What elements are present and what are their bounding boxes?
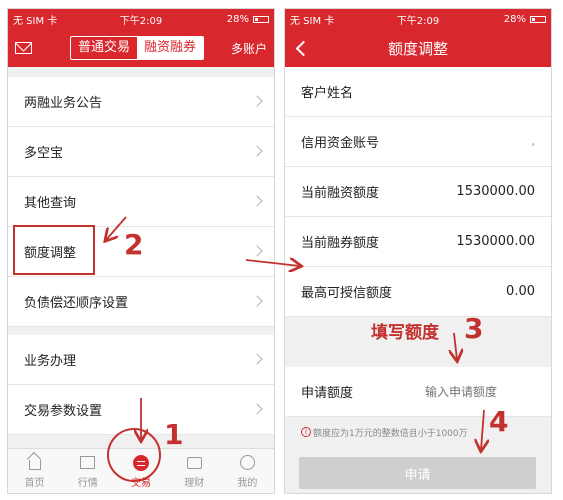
chevron-right-icon: [251, 353, 263, 365]
field-label: 客户姓名: [301, 86, 354, 101]
carrier-text: 无 SIM 卡: [13, 15, 58, 27]
field-label: 信用资金账号: [301, 136, 380, 151]
field-securities-quota: 当前融券额度 1530000.00: [285, 217, 551, 267]
field-value: 0.00: [506, 284, 535, 299]
menu-item-other-query[interactable]: 其他查询: [8, 177, 274, 227]
field-label: 当前融券额度: [301, 236, 380, 251]
menu-item-debt-order[interactable]: 负债偿还顺序设置: [8, 277, 274, 327]
right-phone-screen: 无 SIM 卡 下午2:09 28% 额度调整 客户姓名 信用资金账号 , 当前…: [284, 8, 552, 494]
field-financing-quota: 当前融资额度 1530000.00: [285, 167, 551, 217]
tab-label: 首页: [24, 477, 45, 489]
tab-margin-trade[interactable]: 融资融券: [137, 37, 204, 59]
user-icon: [239, 455, 255, 470]
menu-item-announcement[interactable]: 两融业务公告: [8, 77, 274, 127]
notice-text: 额度应为1万元的整数倍且小于1000万: [313, 428, 468, 439]
menu-item-label: 负债偿还顺序设置: [24, 296, 129, 311]
menu-item-label: 业务办理: [24, 354, 77, 369]
back-arrow-icon[interactable]: [285, 29, 317, 67]
annotation-fill-quota: 填写额度: [371, 323, 439, 343]
highlight-box-quota-adjust: [13, 225, 95, 275]
apply-quota-input[interactable]: [425, 384, 535, 399]
annotation-step3: 3: [464, 312, 484, 345]
chart-icon: [80, 456, 96, 469]
menu-item-label: 多空宝: [24, 146, 64, 161]
tab-label: 我的: [237, 477, 258, 489]
highlight-circle-trade-tab: [107, 428, 161, 482]
chevron-right-icon: [251, 145, 263, 157]
tab-label: 理财: [184, 477, 205, 489]
menu-item-label: 其他查询: [24, 196, 77, 211]
wallet-icon: [186, 456, 202, 469]
annotation-step4: 4: [489, 405, 509, 438]
trade-type-switch: 普通交易 融资融券: [70, 36, 205, 60]
chevron-right-icon: [251, 95, 263, 107]
multi-account-button[interactable]: 多账户: [231, 40, 267, 57]
menu-item-trade-params[interactable]: 交易参数设置: [8, 385, 274, 435]
battery-percent: 28%: [503, 13, 526, 25]
field-value: 1530000.00: [456, 184, 535, 199]
battery-icon: [530, 15, 546, 23]
menu-item-label: 交易参数设置: [24, 404, 103, 419]
annotation-step1: 1: [164, 418, 184, 451]
annotation-step2: 2: [124, 228, 144, 261]
page-title: 额度调整: [387, 39, 448, 58]
field-label: 当前融资额度: [301, 186, 380, 201]
field-label: 最高可授信额度: [301, 286, 393, 301]
field-apply-quota: 申请额度: [285, 367, 551, 417]
quota-notice: i 额度应为1万元的整数倍且小于1000万: [285, 417, 551, 447]
field-label: 申请额度: [301, 386, 354, 401]
chevron-right-icon: [251, 295, 263, 307]
status-bar: 无 SIM 卡 下午2:09 28%: [8, 9, 274, 29]
home-icon: [28, 460, 41, 470]
tab-wealth[interactable]: 理财: [168, 449, 221, 493]
field-value: 1530000.00: [456, 234, 535, 249]
left-header: 普通交易 融资融券 多账户: [8, 29, 274, 67]
battery-percent: 28%: [226, 13, 249, 25]
menu-item-duokongbao[interactable]: 多空宝: [8, 127, 274, 177]
submit-button[interactable]: 申请: [299, 457, 536, 489]
tab-label: 行情: [77, 477, 98, 489]
carrier-text: 无 SIM 卡: [290, 15, 335, 27]
right-header: 额度调整: [285, 29, 551, 67]
chevron-right-icon: [251, 245, 263, 257]
battery-icon: [253, 15, 269, 23]
menu-item-business[interactable]: 业务办理: [8, 335, 274, 385]
menu-item-label: 两融业务公告: [24, 96, 103, 111]
mail-icon[interactable]: [8, 29, 38, 67]
chevron-right-icon: [251, 195, 263, 207]
field-credit-account: 信用资金账号 ,: [285, 117, 551, 167]
tab-normal-trade[interactable]: 普通交易: [71, 37, 137, 59]
field-max-credit: 最高可授信额度 0.00: [285, 267, 551, 317]
field-customer-name: 客户姓名: [285, 67, 551, 117]
field-value: ,: [531, 135, 536, 148]
chevron-right-icon: [251, 403, 263, 415]
tab-mine[interactable]: 我的: [221, 449, 274, 493]
info-icon: i: [301, 427, 311, 437]
tab-home[interactable]: 首页: [8, 449, 61, 493]
status-bar: 无 SIM 卡 下午2:09 28%: [285, 9, 551, 29]
